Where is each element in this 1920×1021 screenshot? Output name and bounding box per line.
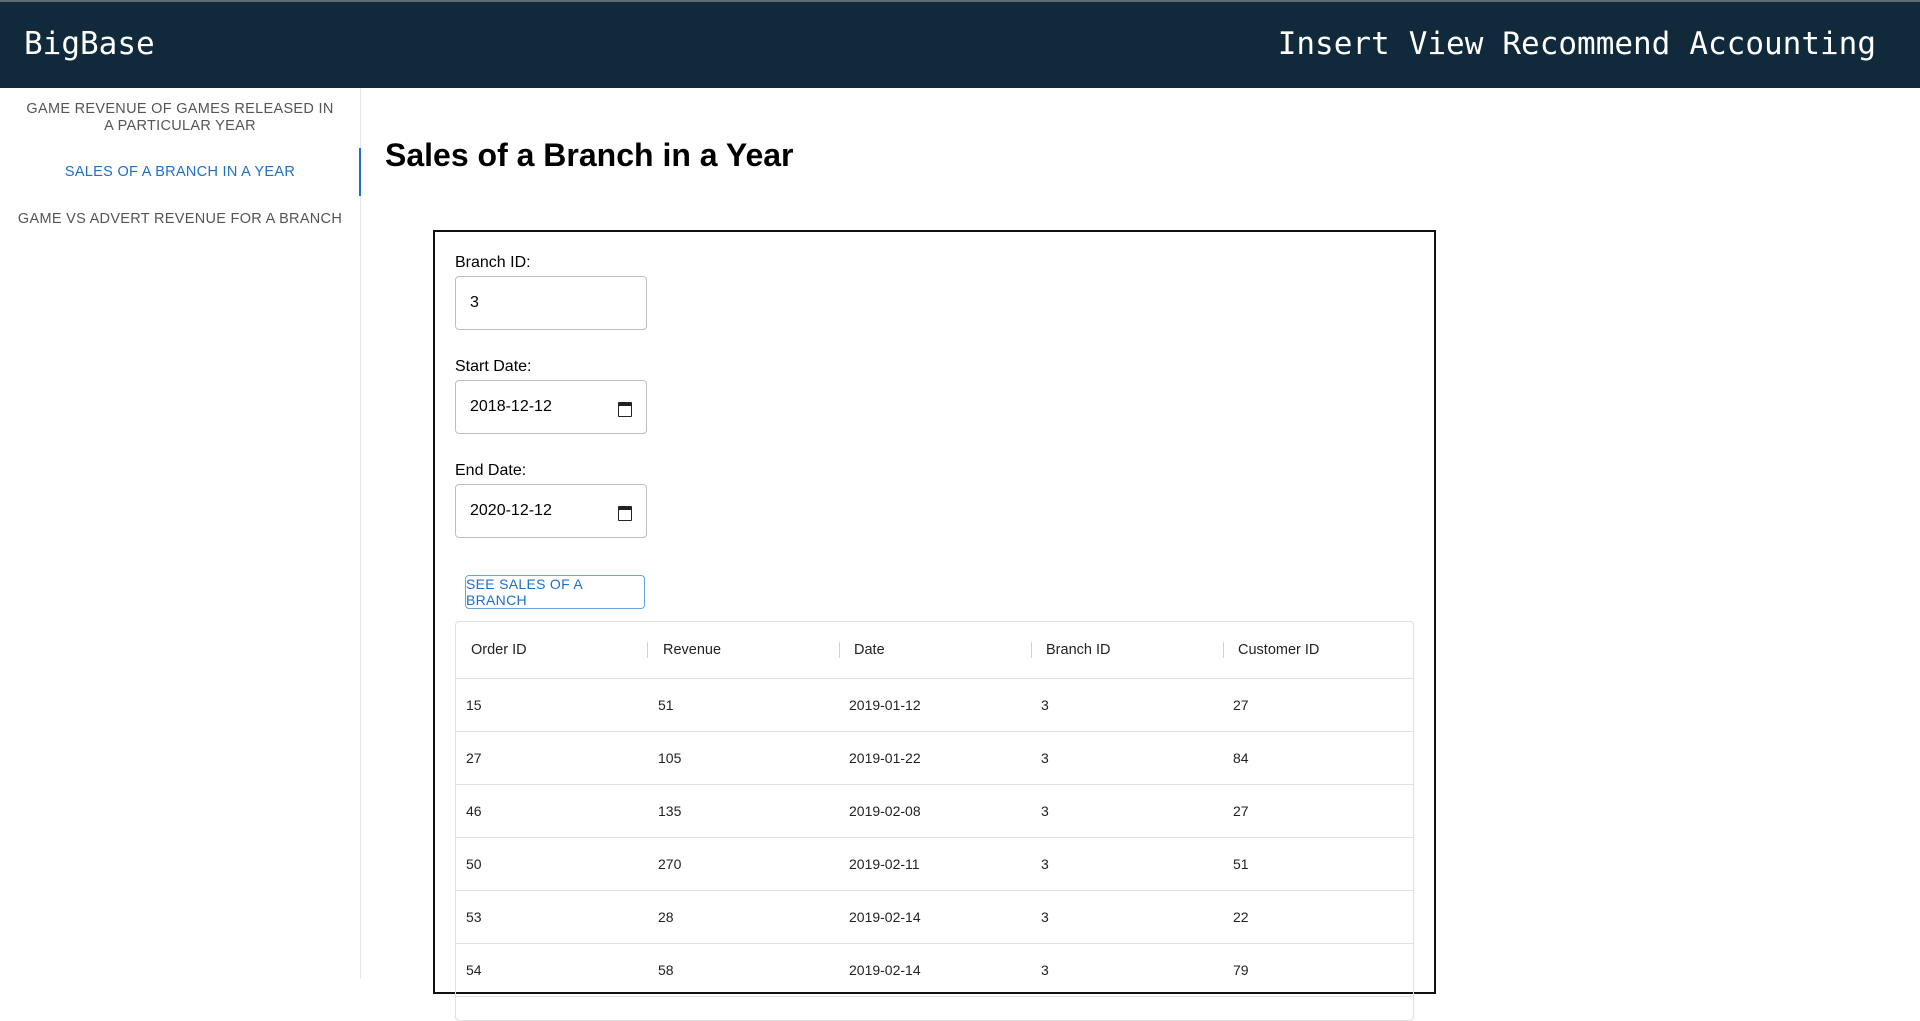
column-header-revenue[interactable]: Revenue: [663, 622, 721, 678]
cell-order-id: 46: [466, 803, 482, 819]
start-date-input[interactable]: 2018-12-12: [455, 380, 647, 434]
cell-revenue: 105: [658, 750, 682, 766]
page-title: Sales of a Branch in a Year: [385, 137, 794, 173]
branch-id-label: Branch ID:: [455, 254, 531, 271]
top-navbar: BigBase Insert View Recommend Accounting: [0, 2, 1920, 88]
branch-id-value: 3: [470, 294, 479, 311]
cell-date: 2019-01-12: [849, 697, 921, 713]
sales-table: Order ID Revenue Date Branch ID Customer…: [455, 621, 1414, 1021]
cell-customer-id: 27: [1233, 697, 1249, 713]
cell-customer-id: 22: [1233, 909, 1249, 925]
column-header-date[interactable]: Date: [854, 622, 885, 678]
end-date-input[interactable]: 2020-12-12: [455, 484, 647, 538]
column-header-order-id[interactable]: Order ID: [471, 622, 527, 678]
nav-accounting-link[interactable]: Accounting: [1689, 26, 1876, 62]
cell-order-id: 53: [466, 909, 482, 925]
table-row[interactable]: 27 105 2019-01-22 3 84: [456, 732, 1413, 785]
end-date-value: 2020-12-12: [470, 502, 552, 519]
cell-branch-id: 3: [1041, 697, 1049, 713]
cell-revenue: 270: [658, 856, 682, 872]
column-header-customer-id[interactable]: Customer ID: [1238, 622, 1319, 678]
table-row[interactable]: 46 135 2019-02-08 3 27: [456, 785, 1413, 838]
cell-customer-id: 79: [1233, 962, 1249, 978]
calendar-icon[interactable]: [618, 504, 632, 521]
cell-date: 2019-02-14: [849, 909, 921, 925]
cell-customer-id: 27: [1233, 803, 1249, 819]
cell-branch-id: 3: [1041, 750, 1049, 766]
cell-order-id: 27: [466, 750, 482, 766]
see-sales-button[interactable]: SEE SALES OF A BRANCH: [465, 575, 645, 609]
cell-order-id: 54: [466, 962, 482, 978]
calendar-icon[interactable]: [618, 400, 632, 417]
sales-form-card: Branch ID: 3 Start Date: 2018-12-12 End …: [433, 230, 1436, 1021]
nav-recommend-link[interactable]: Recommend: [1502, 26, 1670, 62]
cell-branch-id: 3: [1041, 962, 1049, 978]
table-header: Order ID Revenue Date Branch ID Customer…: [456, 622, 1413, 679]
table-row[interactable]: 54 58 2019-02-14 3 79: [456, 944, 1413, 997]
column-separator[interactable]: [1031, 642, 1032, 658]
cell-branch-id: 3: [1041, 909, 1049, 925]
table-row[interactable]: 15 51 2019-01-12 3 27: [456, 679, 1413, 732]
main-nav: Insert View Recommend Accounting: [1278, 26, 1876, 62]
cell-customer-id: 51: [1233, 856, 1249, 872]
cell-revenue: 135: [658, 803, 682, 819]
cell-revenue: 58: [658, 962, 674, 978]
nav-insert-link[interactable]: Insert: [1278, 26, 1390, 62]
table-row[interactable]: 50 270 2019-02-11 3 51: [456, 838, 1413, 891]
cell-branch-id: 3: [1041, 856, 1049, 872]
end-date-label: End Date:: [455, 462, 527, 479]
column-header-branch-id[interactable]: Branch ID: [1046, 622, 1110, 678]
sidebar-item-sales-of-branch[interactable]: SALES OF A BRANCH IN A YEAR: [0, 164, 360, 181]
brand-logo-text[interactable]: BigBase: [24, 26, 155, 62]
nav-view-link[interactable]: View: [1409, 26, 1484, 62]
cell-date: 2019-01-22: [849, 750, 921, 766]
cell-date: 2019-02-08: [849, 803, 921, 819]
cell-date: 2019-02-14: [849, 962, 921, 978]
cell-branch-id: 3: [1041, 803, 1049, 819]
sidebar-active-indicator: [359, 148, 361, 196]
cell-date: 2019-02-11: [849, 856, 920, 872]
column-separator[interactable]: [1223, 642, 1224, 658]
branch-id-input[interactable]: 3: [455, 276, 647, 330]
table-row[interactable]: 53 28 2019-02-14 3 22: [456, 891, 1413, 944]
cell-revenue: 28: [658, 909, 674, 925]
column-separator[interactable]: [647, 642, 648, 658]
sidebar-item-game-vs-advert[interactable]: GAME VS ADVERT REVENUE FOR A BRANCH: [0, 211, 360, 228]
column-separator[interactable]: [839, 642, 840, 658]
cell-customer-id: 84: [1233, 750, 1249, 766]
cell-revenue: 51: [658, 697, 674, 713]
start-date-label: Start Date:: [455, 358, 532, 375]
sidebar-item-game-revenue[interactable]: GAME REVENUE OF GAMES RELEASED IN A PART…: [0, 101, 360, 135]
sidebar: GAME REVENUE OF GAMES RELEASED IN A PART…: [0, 88, 361, 979]
cell-order-id: 50: [466, 856, 482, 872]
cell-order-id: 15: [466, 697, 482, 713]
start-date-value: 2018-12-12: [470, 398, 552, 415]
